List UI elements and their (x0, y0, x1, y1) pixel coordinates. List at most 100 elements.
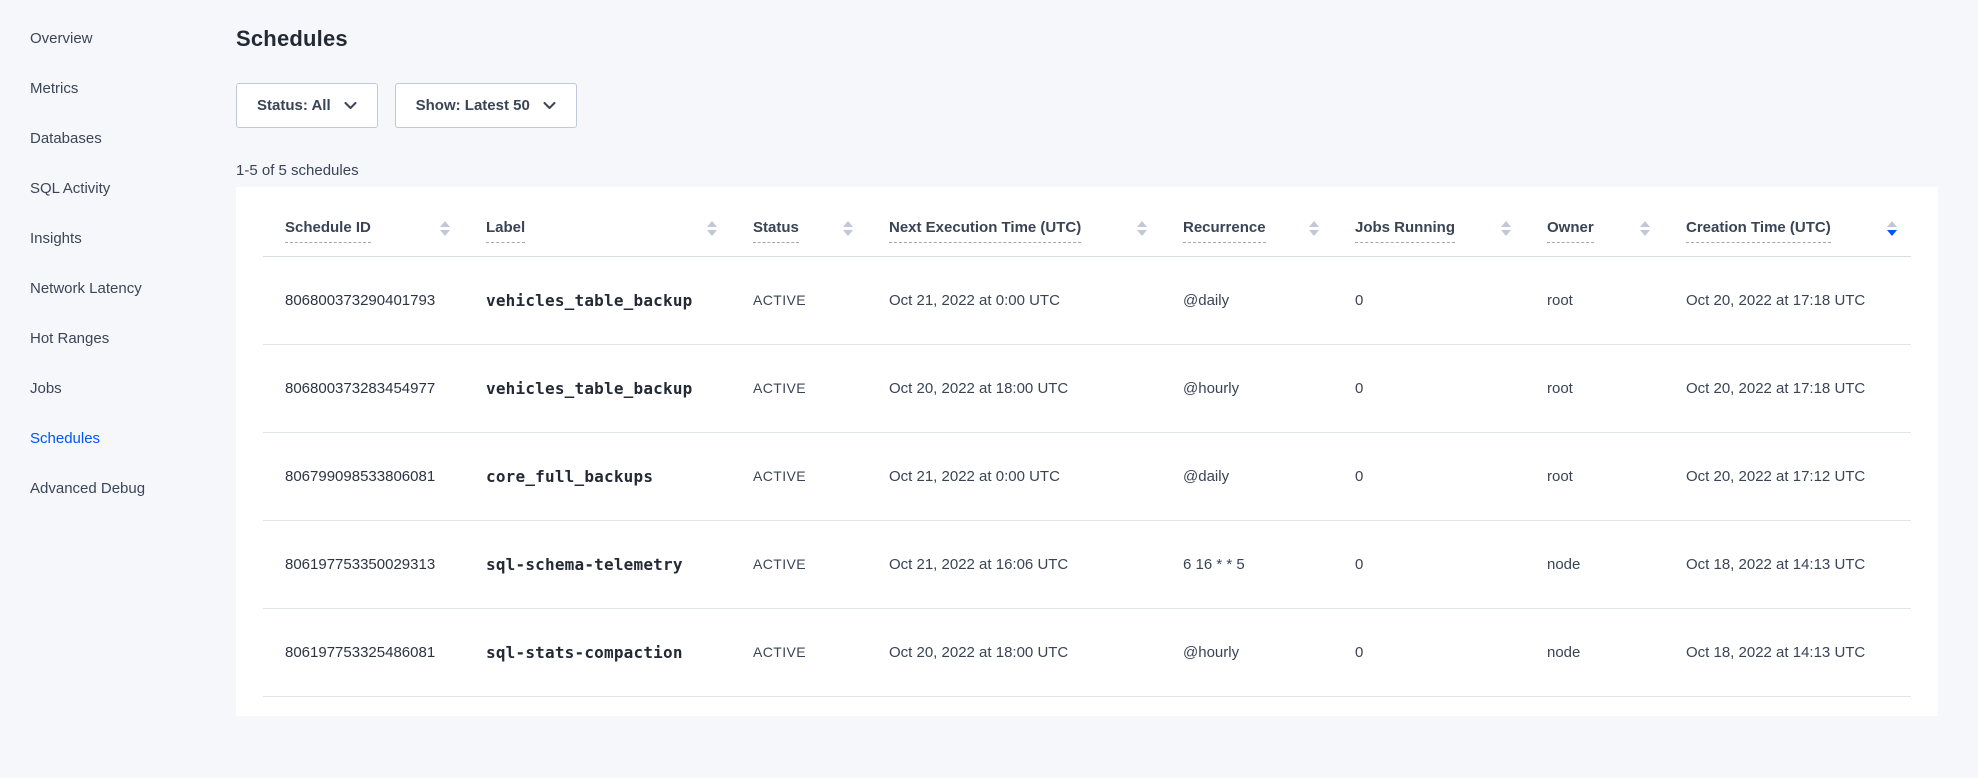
owner-cell: node (1525, 608, 1664, 696)
schedule-label: vehicles_table_backup (486, 291, 693, 310)
owner-cell: root (1525, 432, 1664, 520)
column-header-label: Label (486, 220, 525, 243)
label-cell: vehicles_table_backup (464, 344, 731, 432)
schedule-label: sql-schema-telemetry (486, 555, 683, 574)
status-cell: ACTIVE (731, 256, 867, 344)
status-cell: ACTIVE (731, 432, 867, 520)
status-cell: ACTIVE (731, 520, 867, 608)
recurrence-cell: @hourly (1161, 608, 1333, 696)
status-cell: ACTIVE (731, 344, 867, 432)
status-filter-dropdown[interactable]: Status: All (236, 83, 378, 128)
recurrence-cell: @hourly (1161, 344, 1333, 432)
column-header-schedule-id[interactable]: Schedule ID (263, 187, 464, 256)
owner-cell: root (1525, 344, 1664, 432)
column-header-recurrence[interactable]: Recurrence (1161, 187, 1333, 256)
next-execution-cell: Oct 21, 2022 at 0:00 UTC (867, 432, 1161, 520)
status-filter-label: Status: All (257, 97, 331, 114)
filters-bar: Status: All Show: Latest 50 (236, 83, 1938, 128)
table-header-row: Schedule ID Label Status Next Execution … (263, 187, 1911, 256)
schedule-id-cell: 806800373283454977 (263, 344, 464, 432)
next-execution-cell: Oct 20, 2022 at 18:00 UTC (867, 608, 1161, 696)
column-header-next-execution[interactable]: Next Execution Time (UTC) (867, 187, 1161, 256)
column-header-label: Creation Time (UTC) (1686, 220, 1831, 243)
owner-cell: root (1525, 256, 1664, 344)
column-header-label[interactable]: Label (464, 187, 731, 256)
label-cell: core_full_backups (464, 432, 731, 520)
creation-time-cell: Oct 20, 2022 at 17:18 UTC (1664, 344, 1911, 432)
sidebar-item-jobs[interactable]: Jobs (30, 380, 236, 430)
show-filter-label: Show: Latest 50 (416, 97, 530, 114)
sidebar-item-label: SQL Activity (30, 180, 110, 197)
schedule-id-cell: 806800373290401793 (263, 256, 464, 344)
sidebar-item-label: Jobs (30, 380, 62, 397)
sidebar-item-sql-activity[interactable]: SQL Activity (30, 180, 236, 230)
sidebar-item-overview[interactable]: Overview (30, 30, 236, 80)
schedules-table: Schedule ID Label Status Next Execution … (263, 187, 1911, 697)
schedules-table-card: Schedule ID Label Status Next Execution … (236, 187, 1938, 716)
creation-time-cell: Oct 18, 2022 at 14:13 UTC (1664, 520, 1911, 608)
table-row: 806197753325486081 sql-stats-compaction … (263, 608, 1911, 696)
column-header-label: Jobs Running (1355, 220, 1455, 243)
table-row: 806800373283454977 vehicles_table_backup… (263, 344, 1911, 432)
column-header-owner[interactable]: Owner (1525, 187, 1664, 256)
sort-arrows-icon[interactable] (1501, 221, 1511, 236)
schedule-id-cell: 806799098533806081 (263, 432, 464, 520)
sort-arrows-icon[interactable] (1309, 221, 1319, 236)
status-cell: ACTIVE (731, 608, 867, 696)
sidebar-nav-list: Overview Metrics Databases SQL Activity … (30, 30, 236, 530)
sidebar-item-label: Insights (30, 230, 82, 247)
main-content: Schedules Status: All Show: Latest 50 1-… (236, 0, 1938, 778)
recurrence-cell: @daily (1161, 256, 1333, 344)
sort-arrows-icon[interactable] (1640, 221, 1650, 236)
sort-arrows-icon[interactable] (1137, 221, 1147, 236)
jobs-running-cell: 0 (1333, 256, 1525, 344)
sort-arrows-icon[interactable] (440, 221, 450, 236)
schedule-id-cell: 806197753350029313 (263, 520, 464, 608)
creation-time-cell: Oct 20, 2022 at 17:12 UTC (1664, 432, 1911, 520)
column-header-status[interactable]: Status (731, 187, 867, 256)
column-header-jobs-running[interactable]: Jobs Running (1333, 187, 1525, 256)
label-cell: sql-schema-telemetry (464, 520, 731, 608)
sidebar-item-label: Overview (30, 30, 93, 47)
chevron-down-icon (543, 102, 556, 110)
recurrence-cell: @daily (1161, 432, 1333, 520)
creation-time-cell: Oct 20, 2022 at 17:18 UTC (1664, 256, 1911, 344)
label-cell: vehicles_table_backup (464, 256, 731, 344)
schedule-id-cell: 806197753325486081 (263, 608, 464, 696)
sidebar-item-network-latency[interactable]: Network Latency (30, 280, 236, 330)
table-row: 806799098533806081 core_full_backups ACT… (263, 432, 1911, 520)
jobs-running-cell: 0 (1333, 608, 1525, 696)
column-header-label: Status (753, 220, 799, 243)
page-title: Schedules (236, 26, 1938, 52)
sort-arrows-icon[interactable] (707, 221, 717, 236)
sidebar-item-hot-ranges[interactable]: Hot Ranges (30, 330, 236, 380)
jobs-running-cell: 0 (1333, 520, 1525, 608)
schedule-label: vehicles_table_backup (486, 379, 693, 398)
sidebar-item-schedules[interactable]: Schedules (30, 430, 236, 480)
sidebar-item-label: Network Latency (30, 280, 142, 297)
sidebar-item-label: Databases (30, 130, 102, 147)
schedule-label: sql-stats-compaction (486, 643, 683, 662)
show-filter-dropdown[interactable]: Show: Latest 50 (395, 83, 577, 128)
sidebar-item-advanced-debug[interactable]: Advanced Debug (30, 480, 236, 530)
creation-time-cell: Oct 18, 2022 at 14:13 UTC (1664, 608, 1911, 696)
schedule-label: core_full_backups (486, 467, 653, 486)
sidebar-item-metrics[interactable]: Metrics (30, 80, 236, 130)
jobs-running-cell: 0 (1333, 344, 1525, 432)
sidebar-item-insights[interactable]: Insights (30, 230, 236, 280)
table-row: 806197753350029313 sql-schema-telemetry … (263, 520, 1911, 608)
sidebar: Overview Metrics Databases SQL Activity … (0, 0, 236, 778)
recurrence-cell: 6 16 * * 5 (1161, 520, 1333, 608)
sidebar-item-label: Schedules (30, 430, 100, 447)
next-execution-cell: Oct 20, 2022 at 18:00 UTC (867, 344, 1161, 432)
sort-arrows-icon[interactable] (1887, 221, 1897, 236)
sidebar-item-databases[interactable]: Databases (30, 130, 236, 180)
sort-arrows-icon[interactable] (843, 221, 853, 236)
label-cell: sql-stats-compaction (464, 608, 731, 696)
sidebar-item-label: Metrics (30, 80, 78, 97)
column-header-creation-time[interactable]: Creation Time (UTC) (1664, 187, 1911, 256)
sidebar-item-label: Hot Ranges (30, 330, 109, 347)
column-header-label: Next Execution Time (UTC) (889, 220, 1081, 243)
column-header-label: Schedule ID (285, 220, 371, 243)
column-header-label: Recurrence (1183, 220, 1266, 243)
